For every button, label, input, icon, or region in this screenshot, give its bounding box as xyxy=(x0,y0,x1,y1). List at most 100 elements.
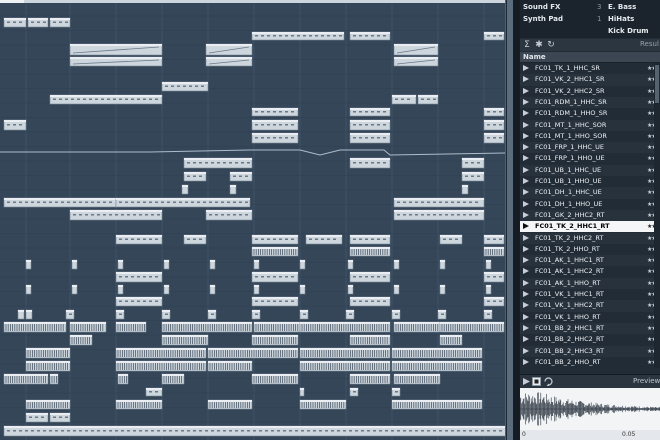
part-content xyxy=(465,175,468,177)
part-content xyxy=(371,162,374,164)
result-row[interactable]: FC01_RDM_1_HHO_SR★★★ xyxy=(520,108,660,119)
play-icon[interactable] xyxy=(523,200,529,207)
results-column-header[interactable]: Name xyxy=(520,52,660,63)
play-icon[interactable] xyxy=(523,121,529,128)
result-row[interactable]: FC01_VK_2_HHC2_SR★★★ xyxy=(520,86,660,97)
part-header xyxy=(300,260,305,262)
part-content xyxy=(303,313,306,315)
play-icon[interactable] xyxy=(523,257,529,264)
part-content xyxy=(119,238,122,240)
play-icon[interactable] xyxy=(523,324,529,331)
part-content xyxy=(451,430,454,432)
column-name-header[interactable]: Name xyxy=(523,52,546,62)
refresh-icon[interactable]: ↻ xyxy=(546,40,556,50)
part-content xyxy=(487,313,490,315)
play-icon[interactable] xyxy=(523,211,529,218)
sum-icon[interactable]: Σ xyxy=(522,40,532,50)
part-content xyxy=(439,201,442,203)
play-icon[interactable] xyxy=(523,358,529,365)
play-icon[interactable] xyxy=(523,279,529,286)
part-content xyxy=(79,214,82,216)
play-icon[interactable] xyxy=(523,313,529,320)
part-content xyxy=(359,111,362,113)
result-row[interactable]: FC01_DH_1_HHO_UE★★★ xyxy=(520,199,660,210)
result-row[interactable]: FC01_TK_2_HHC1_RT★★★ xyxy=(520,221,660,233)
play-icon[interactable] xyxy=(523,178,529,184)
result-row[interactable]: FC01_AK_1_HHC1_RT★★★ xyxy=(520,255,660,267)
result-row[interactable]: FC01_FRP_1_HHO_UE★★★ xyxy=(520,153,660,164)
attribute-row[interactable]: Sound FX 3 E. Bass xyxy=(520,3,660,15)
arrange-window[interactable] xyxy=(0,0,513,440)
loop-icon[interactable] xyxy=(544,377,553,386)
play-icon[interactable] xyxy=(523,98,529,105)
play-icon[interactable] xyxy=(523,87,529,94)
part-header xyxy=(300,400,346,402)
result-row[interactable]: FC01_UB_1_HHO_UE★★★ xyxy=(520,176,660,187)
result-row[interactable]: FC01_TK_2_HHC2_RT★★★ xyxy=(520,232,660,244)
result-row[interactable]: FC01_RDM_1_HHC_SR★★★ xyxy=(520,96,660,109)
part-header xyxy=(252,335,298,337)
stop-icon[interactable] xyxy=(532,377,541,386)
event-display[interactable] xyxy=(0,0,505,440)
play-icon[interactable] xyxy=(523,110,529,117)
part-header xyxy=(484,272,504,274)
result-row[interactable]: FC01_AK_1_HHO_RT★★★ xyxy=(520,277,660,289)
result-row[interactable]: FC01_GK_2_HHC2_RT★★★ xyxy=(520,209,660,222)
play-icon[interactable] xyxy=(523,245,529,252)
part-header xyxy=(70,210,162,212)
play-icon[interactable] xyxy=(523,302,529,309)
result-row[interactable]: FC01_VK_1_HHC2_RT★★★ xyxy=(520,300,660,312)
result-row[interactable]: FC01_BB_2_HHC2_RT★★★ xyxy=(520,334,660,345)
part-content xyxy=(85,430,88,432)
result-row[interactable]: FC01_FRP_1_HHC_UE★★★ xyxy=(520,142,660,154)
part-content xyxy=(13,124,16,126)
play-icon[interactable] xyxy=(523,132,529,139)
part-header xyxy=(300,322,390,324)
play-icon[interactable] xyxy=(523,155,529,162)
result-row[interactable]: FC01_BB_2_HHC3_RT★★★ xyxy=(520,345,660,357)
play-icon[interactable] xyxy=(523,189,529,196)
result-row[interactable]: FC01_BB_2_HHC1_RT★★★ xyxy=(520,322,660,335)
play-icon[interactable] xyxy=(523,144,529,151)
result-row[interactable]: FC01_VK_1_HHC1_RT★★★ xyxy=(520,289,660,300)
part-content xyxy=(407,98,410,100)
gear-icon[interactable]: ✱ xyxy=(534,40,544,50)
result-row[interactable]: FC01_TK_1_HHC_SR★★★ xyxy=(520,63,660,74)
part-content xyxy=(7,21,10,23)
play-icon[interactable] xyxy=(523,336,529,343)
result-row[interactable]: FC01_MT_1_HHO_SOR★★★ xyxy=(520,131,660,142)
attribute-row[interactable]: Synth Pad 1 HiHats xyxy=(520,15,660,27)
play-icon[interactable] xyxy=(523,223,529,230)
part-content xyxy=(245,201,248,203)
play-icon[interactable] xyxy=(523,268,529,275)
part-content xyxy=(353,238,356,240)
result-row[interactable]: FC01_AK_1_HHC2_RT★★★ xyxy=(520,266,660,277)
part-header xyxy=(300,361,390,363)
part-header xyxy=(252,272,298,274)
attribute-row[interactable]: Kick Drum xyxy=(520,27,660,39)
play-icon[interactable] xyxy=(523,76,529,83)
result-row[interactable]: FC01_UB_1_HHC_UE★★★ xyxy=(520,164,660,176)
play-icon[interactable] xyxy=(523,291,529,297)
arrange-vertical-scrollbar[interactable] xyxy=(505,0,513,440)
preview-waveform[interactable] xyxy=(520,388,660,430)
result-row[interactable]: FC01_VK_2_HHC1_SR★★★ xyxy=(520,74,660,86)
play-icon[interactable] xyxy=(523,65,529,71)
play-icon[interactable] xyxy=(523,234,529,241)
result-row[interactable]: FC01_BB_2_HHO_RT★★★ xyxy=(520,357,660,368)
zone-divider[interactable] xyxy=(513,0,520,440)
result-name: FC01_TK_1_HHC_SR xyxy=(535,64,600,72)
part-header xyxy=(184,172,206,174)
play-icon[interactable] xyxy=(523,166,529,173)
result-row[interactable]: FC01_DH_1_HHC_UE★★★ xyxy=(520,187,660,199)
play-icon[interactable] xyxy=(522,377,531,386)
result-row[interactable]: FC01_TK_2_HHO_RT★★★ xyxy=(520,244,660,255)
results-scrollbar[interactable] xyxy=(654,63,660,368)
result-row[interactable]: FC01_VK_1_HHO_RT★★★ xyxy=(520,312,660,323)
play-icon[interactable] xyxy=(523,347,529,354)
results-list[interactable]: FC01_TK_1_HHC_SR★★★FC01_VK_2_HHC1_SR★★★F… xyxy=(520,63,660,368)
scrollbar-thumb[interactable] xyxy=(655,65,659,103)
result-row[interactable]: FC01_MT_1_HHC_SOR★★★ xyxy=(520,119,660,131)
part-content xyxy=(475,201,478,203)
part-content xyxy=(451,201,454,203)
